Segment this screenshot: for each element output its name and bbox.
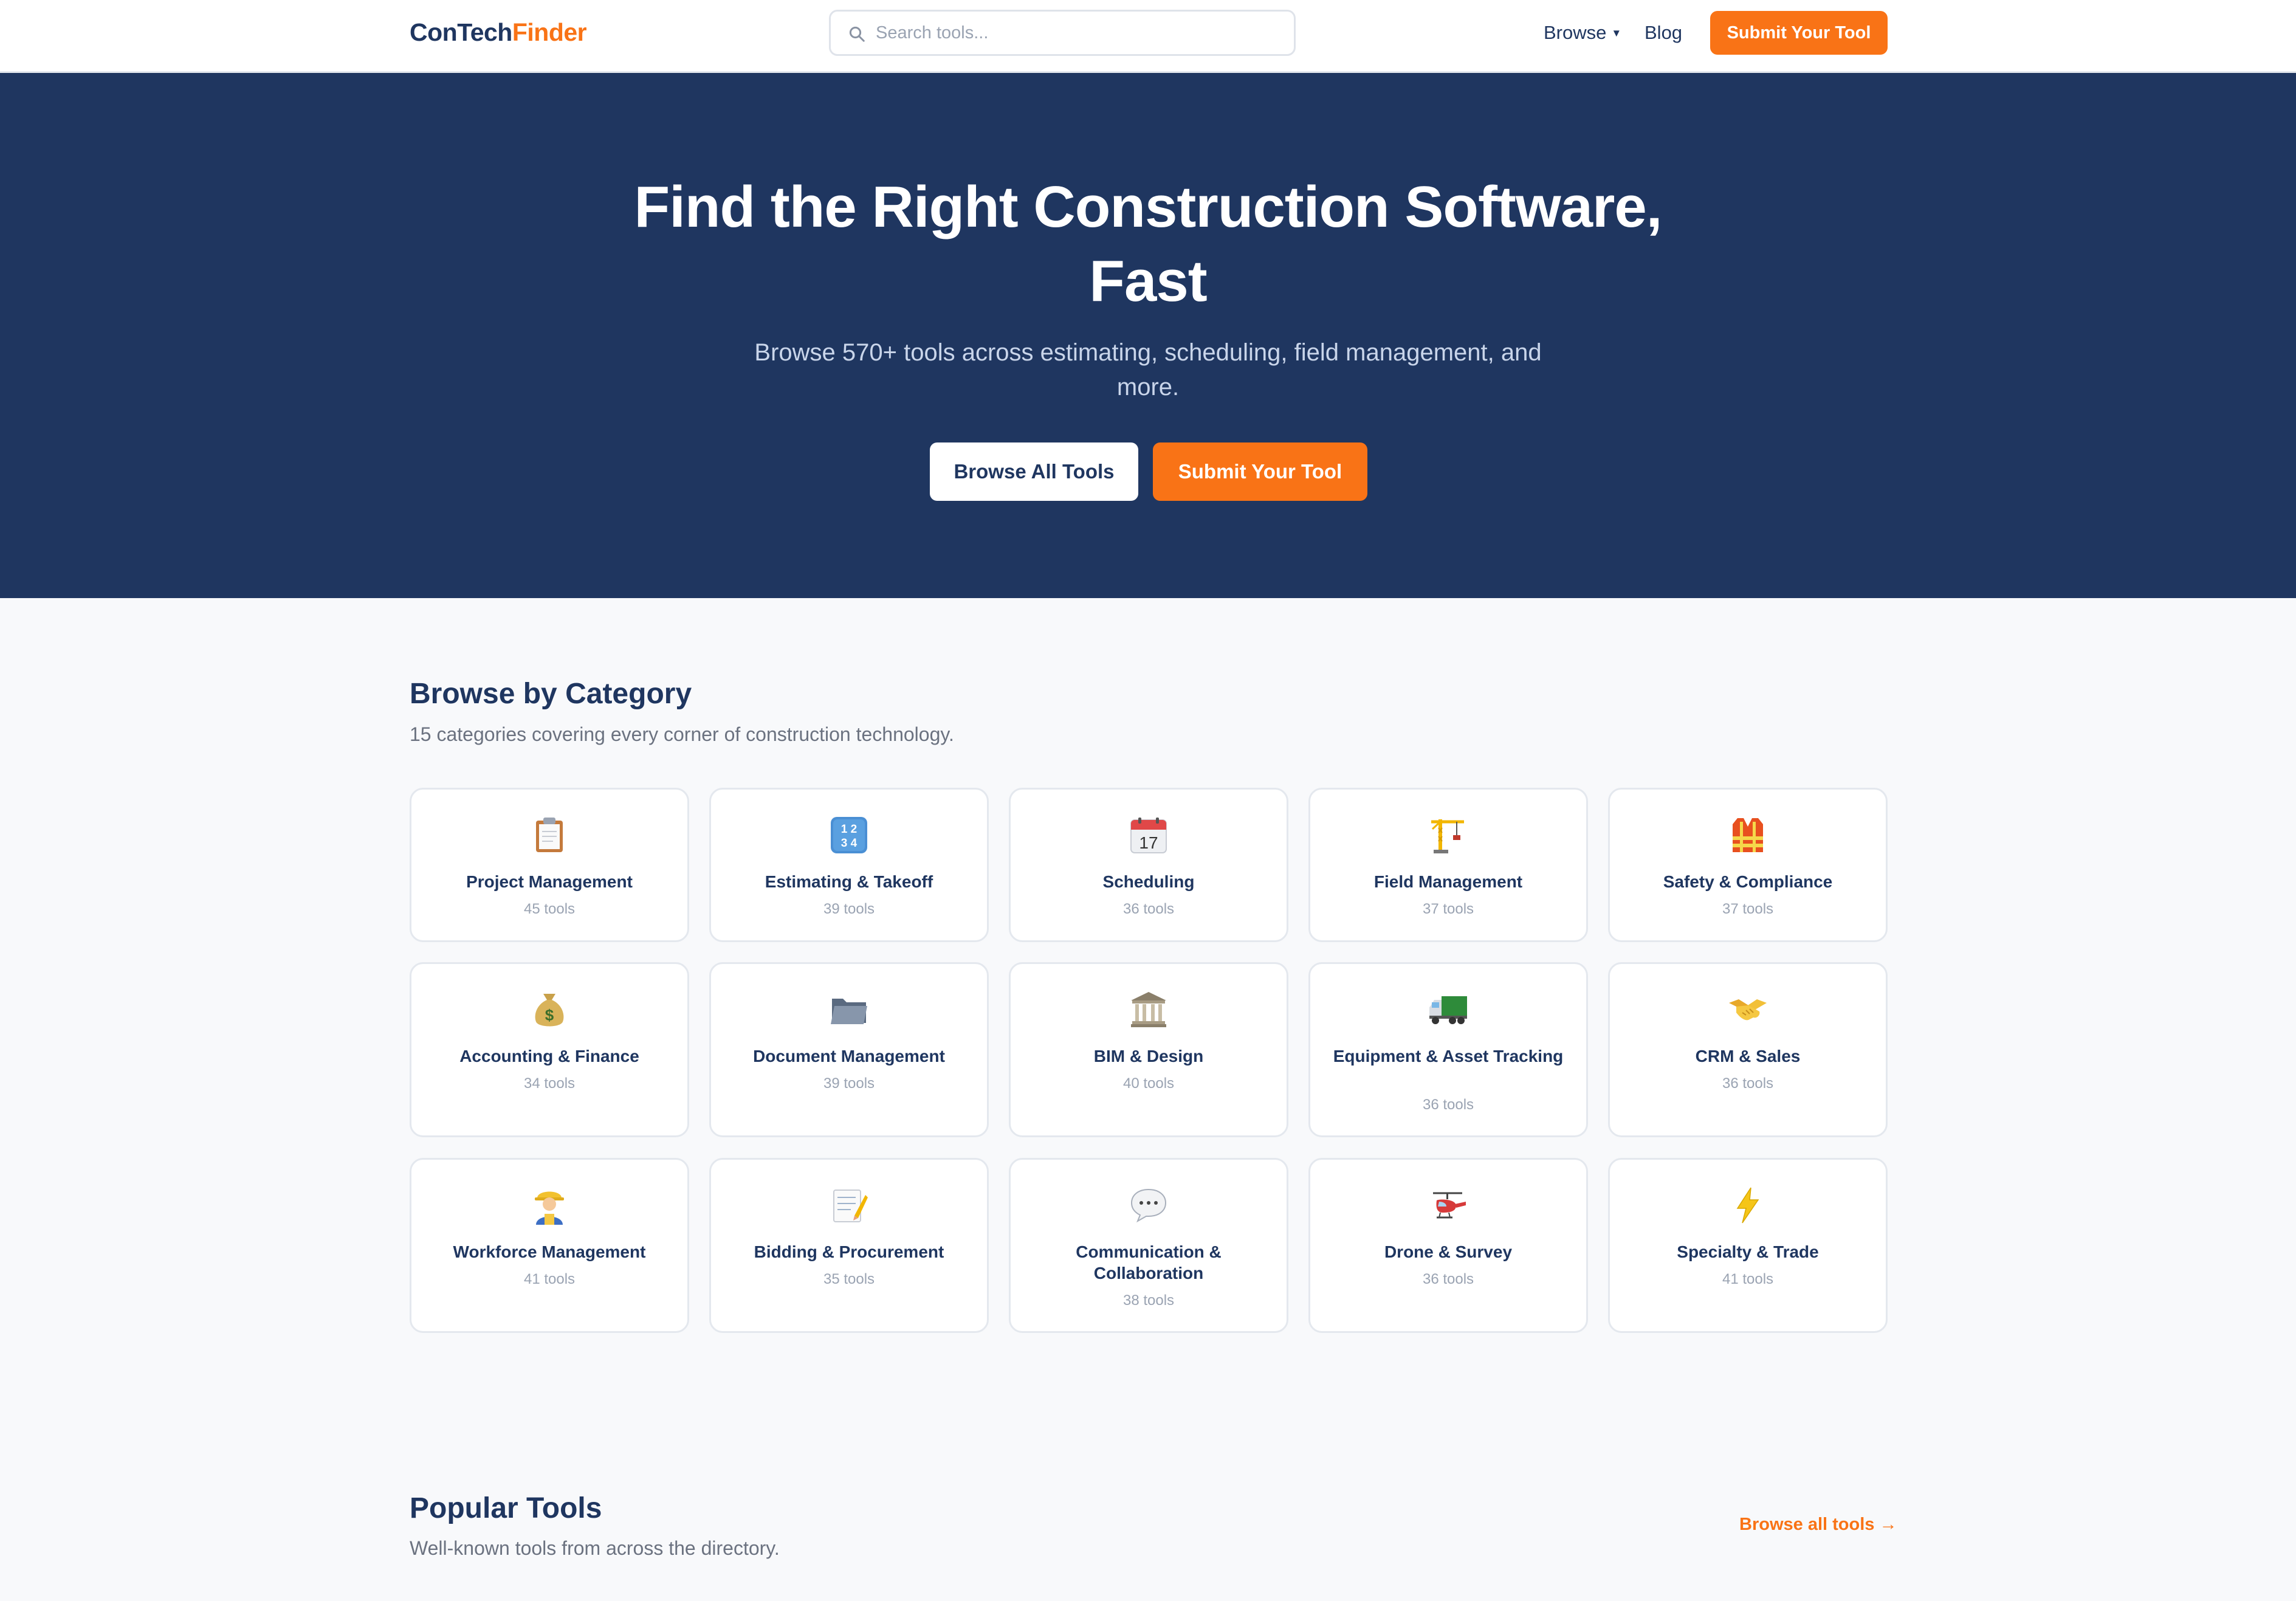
category-name: Drone & Survey bbox=[1384, 1242, 1513, 1261]
category-count: 38 tools bbox=[1122, 1292, 1175, 1309]
category-name: Workforce Management bbox=[453, 1242, 646, 1261]
category-card-document-management[interactable]: Document Management 39 tools bbox=[709, 962, 989, 1137]
crane-icon bbox=[1310, 814, 1586, 856]
svg-text:1 2: 1 2 bbox=[841, 823, 857, 836]
money-bag-icon: $ bbox=[411, 988, 687, 1031]
truck-icon bbox=[1310, 988, 1586, 1031]
category-count: 34 tools bbox=[523, 1075, 576, 1092]
category-name: Field Management bbox=[1373, 872, 1523, 891]
category-name: Equipment & Asset Tracking bbox=[1333, 1047, 1564, 1066]
category-count: 36 tools bbox=[1122, 901, 1175, 917]
category-count: 41 tools bbox=[523, 1271, 576, 1287]
category-card-specialty-trade[interactable]: Specialty & Trade 41 tools bbox=[1608, 1158, 1888, 1333]
category-card-drone-survey[interactable]: Drone & Survey 36 tools bbox=[1308, 1158, 1588, 1333]
memo-icon bbox=[711, 1184, 987, 1227]
category-name: Scheduling bbox=[1102, 872, 1195, 891]
classical-building-icon bbox=[1011, 988, 1287, 1031]
speech-bubble-icon bbox=[1011, 1184, 1287, 1227]
category-count: 36 tools bbox=[1722, 1075, 1774, 1092]
hero-subtitle: Browse 570+ tools across estimating, sch… bbox=[754, 339, 1542, 401]
category-card-accounting-finance[interactable]: $ Accounting & Finance 34 tools bbox=[410, 962, 689, 1137]
hero-title: Find the Right Construction Software, Fa… bbox=[634, 174, 1663, 314]
svg-text:17: 17 bbox=[1139, 833, 1158, 852]
helicopter-icon bbox=[1310, 1184, 1586, 1227]
category-name: BIM & Design bbox=[1093, 1047, 1204, 1066]
category-card-field-management[interactable]: Field Management 37 tools bbox=[1308, 788, 1588, 942]
hero-submit-tool-button[interactable]: Submit Your Tool bbox=[1153, 442, 1367, 501]
clipboard-icon bbox=[411, 814, 687, 856]
category-name: Bidding & Procurement bbox=[754, 1242, 944, 1261]
popular-tools-subheading: Well-known tools from across the directo… bbox=[410, 1537, 780, 1559]
folder-icon bbox=[711, 988, 987, 1031]
category-name: Document Management bbox=[753, 1047, 945, 1066]
category-count: 37 tools bbox=[1722, 901, 1774, 917]
search-box[interactable] bbox=[829, 10, 1296, 56]
browse-all-tools-link[interactable]: Browse all tools → bbox=[1739, 1515, 1897, 1535]
category-name: Safety & Compliance bbox=[1663, 872, 1833, 891]
category-name: Specialty & Trade bbox=[1677, 1242, 1819, 1261]
calendar-icon: 17 bbox=[1011, 814, 1287, 856]
category-card-safety-compliance[interactable]: Safety & Compliance 37 tools bbox=[1608, 788, 1888, 942]
logo-text-primary: ConTech bbox=[410, 18, 512, 46]
safety-vest-icon bbox=[1610, 814, 1886, 856]
site-logo[interactable]: ConTechFinder bbox=[410, 18, 587, 47]
category-count: 45 tools bbox=[523, 901, 576, 917]
category-card-scheduling[interactable]: 17 Scheduling 36 tools bbox=[1009, 788, 1288, 942]
category-card-equipment-asset-tracking[interactable]: Equipment & Asset Tracking 36 tools bbox=[1308, 962, 1588, 1137]
nav-browse-label: Browse bbox=[1544, 22, 1607, 43]
browse-all-tools-button[interactable]: Browse All Tools bbox=[930, 442, 1138, 501]
categories-heading: Browse by Category bbox=[410, 678, 692, 710]
category-count: 39 tools bbox=[823, 901, 875, 917]
category-card-workforce-management[interactable]: Workforce Management 41 tools bbox=[410, 1158, 689, 1333]
category-name: Project Management bbox=[466, 872, 633, 891]
logo-text-accent: Finder bbox=[512, 18, 587, 46]
hero-section: Find the Right Construction Software, Fa… bbox=[0, 73, 2296, 598]
category-card-crm-sales[interactable]: CRM & Sales 36 tools bbox=[1608, 962, 1888, 1137]
category-name: CRM & Sales bbox=[1695, 1047, 1801, 1066]
handshake-icon bbox=[1610, 988, 1886, 1031]
category-count: 40 tools bbox=[1122, 1075, 1175, 1092]
nav-blog-link[interactable]: Blog bbox=[1645, 22, 1682, 44]
popular-tools-heading: Popular Tools bbox=[410, 1492, 602, 1524]
category-card-bim-design[interactable]: BIM & Design 40 tools bbox=[1009, 962, 1288, 1137]
header-submit-tool-button[interactable]: Submit Your Tool bbox=[1710, 11, 1888, 55]
svg-text:3 4: 3 4 bbox=[841, 837, 858, 850]
category-name: Communication & Collaboration bbox=[1076, 1242, 1222, 1283]
search-icon bbox=[849, 26, 865, 42]
search-input[interactable] bbox=[876, 18, 1277, 48]
categories-subheading: 15 categories covering every corner of c… bbox=[410, 723, 954, 745]
category-card-project-management[interactable]: Project Management 45 tools bbox=[410, 788, 689, 942]
category-count: 41 tools bbox=[1722, 1271, 1774, 1287]
category-count: 37 tools bbox=[1422, 901, 1474, 917]
category-count: 39 tools bbox=[823, 1075, 875, 1092]
category-name: Accounting & Finance bbox=[459, 1047, 639, 1066]
caret-down-icon: ▼ bbox=[1611, 27, 1622, 39]
category-name: Estimating & Takeoff bbox=[765, 872, 933, 891]
svg-text:$: $ bbox=[545, 1006, 554, 1024]
numbers-icon: 1 23 4 bbox=[711, 814, 987, 856]
category-card-bidding-procurement[interactable]: Bidding & Procurement 35 tools bbox=[709, 1158, 989, 1333]
top-navbar: ConTechFinder Browse ▼ Blog Submit Your T… bbox=[0, 0, 2296, 73]
nav-browse-dropdown[interactable]: Browse ▼ bbox=[1544, 22, 1621, 44]
category-card-communication-collaboration[interactable]: Communication & Collaboration 38 tools bbox=[1009, 1158, 1288, 1333]
category-card-estimating-takeoff[interactable]: 1 23 4 Estimating & Takeoff 39 tools bbox=[709, 788, 989, 942]
category-count: 35 tools bbox=[823, 1271, 875, 1287]
category-count: 36 tools bbox=[1422, 1271, 1474, 1287]
construction-worker-icon bbox=[411, 1184, 687, 1227]
category-count: 36 tools bbox=[1422, 1097, 1474, 1113]
lightning-icon bbox=[1610, 1184, 1886, 1227]
